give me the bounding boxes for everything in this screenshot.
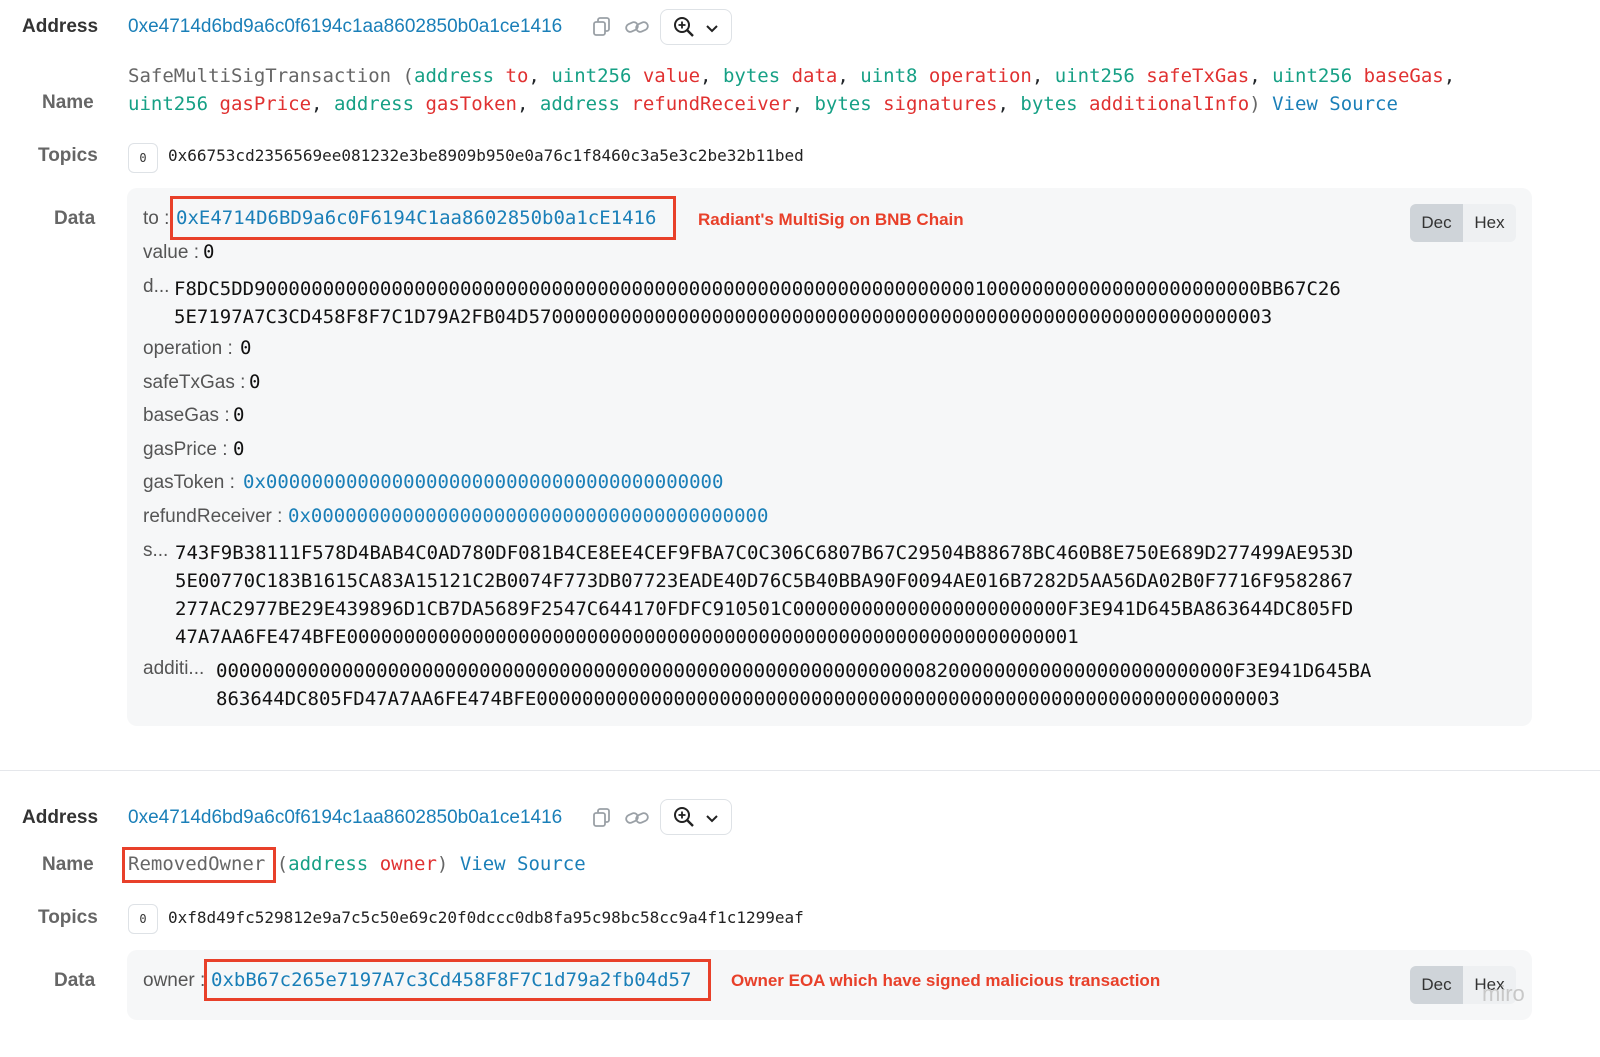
copy-icon[interactable] — [592, 16, 612, 43]
link-icon[interactable] — [624, 17, 650, 42]
field-label-signatures: s... — [143, 540, 169, 561]
zoom-in-icon — [673, 16, 695, 43]
topic-hash: 0xf8d49fc529812e9a7c5c50e69c20f0dccc0db8… — [168, 908, 804, 927]
signature-line-2: uint256 gasPrice, address gasToken, addr… — [128, 93, 1398, 115]
field-label-value: value : — [143, 242, 199, 263]
field-label-basegas: baseGas : — [143, 405, 230, 426]
param-type: bytes — [814, 93, 872, 115]
field-value-refundreceiver-link[interactable]: 0x00000000000000000000000000000000000000… — [288, 505, 768, 527]
param-name: to — [505, 65, 529, 87]
paren-close: ) — [436, 853, 449, 875]
field-value-additionalinfo: 0000000000000000000000000000000000000000… — [216, 657, 1371, 713]
field-value-data: F8DC5DD900000000000000000000000000000000… — [174, 275, 1341, 331]
event-signature: SafeMultiSigTransaction (address to, uin… — [128, 62, 1455, 118]
param-name: refundReceiver — [631, 93, 792, 115]
field-label-gastoken: gasToken : — [143, 472, 235, 493]
log-divider — [0, 770, 1600, 771]
param-type: address — [414, 65, 495, 87]
field-value-operation: 0 — [240, 337, 252, 359]
param-name: additionalInfo — [1089, 93, 1250, 115]
miro-watermark: miro — [1482, 981, 1525, 1006]
param-type: bytes — [722, 65, 781, 87]
data-line: F8DC5DD900000000000000000000000000000000… — [174, 278, 1341, 300]
annotation-note: Radiant's MultiSig on BNB Chain — [698, 210, 964, 229]
topics-label: Topics — [38, 907, 98, 928]
data-label: Data — [54, 970, 96, 991]
view-source-link[interactable]: View Source — [1272, 93, 1398, 115]
highlight-box — [170, 196, 676, 240]
param-name: baseGas — [1363, 65, 1444, 87]
param-name: operation — [928, 65, 1032, 87]
param-type: uint256 — [1054, 65, 1135, 87]
zoom-in-icon — [673, 806, 695, 833]
param-type: address — [539, 93, 620, 115]
chevron-down-icon — [705, 21, 719, 39]
dec-toggle-button[interactable]: Dec — [1410, 204, 1463, 242]
paren-close: ) — [1249, 93, 1261, 115]
data-line: 277AC2977BE29E439896D1CB7DA5689F2547C644… — [175, 598, 1354, 620]
field-value-gastoken-link[interactable]: 0x00000000000000000000000000000000000000… — [243, 471, 723, 493]
zoom-menu-button[interactable] — [660, 9, 732, 45]
annotation-note: Owner EOA which have signed malicious tr… — [731, 971, 1161, 990]
paren-open: ( — [391, 65, 414, 87]
param-name: data — [791, 65, 838, 87]
data-line: 743F9B38111F578D4BAB4C0AD780DF081B4CE8EE… — [175, 542, 1354, 564]
param-type: uint256 — [551, 65, 632, 87]
name-label: Name — [42, 854, 94, 875]
param-type: address — [288, 853, 369, 875]
view-source-link[interactable]: View Source — [460, 853, 586, 875]
field-value-safetxgas: 0 — [249, 371, 261, 393]
param-type: uint8 — [860, 65, 918, 87]
param-type: uint256 — [128, 93, 209, 115]
field-value-gasprice: 0 — [233, 438, 245, 460]
name-label: Name — [42, 92, 94, 113]
signature-line-1: SafeMultiSigTransaction (address to, uin… — [128, 65, 1456, 87]
topic-index-badge: 0 — [128, 904, 158, 934]
field-label-owner: owner : — [143, 970, 206, 991]
param-name: value — [642, 65, 701, 87]
param-type: address — [333, 93, 415, 115]
param-name: signatures — [883, 93, 998, 115]
highlight-box — [122, 847, 276, 883]
link-icon[interactable] — [624, 808, 650, 833]
param-type: bytes — [1020, 93, 1078, 115]
data-line: 0000000000000000000000000000000000000000… — [216, 660, 1372, 682]
field-label-data: d... — [143, 276, 170, 297]
contract-address-link[interactable]: 0xe4714d6bd9a6c0f6194c1aa8602850b0a1ce14… — [128, 16, 562, 38]
topic-index-badge: 0 — [128, 143, 158, 173]
data-label: Data — [54, 208, 96, 229]
field-label-refundreceiver: refundReceiver : — [143, 506, 283, 527]
field-value-value: 0 — [203, 241, 215, 263]
field-label-to: to : — [143, 208, 170, 229]
param-name: safeTxGas — [1146, 65, 1250, 87]
data-line: 5E7197A7C3CD458F8F7C1D79A2FB04D570000000… — [174, 306, 1273, 328]
param-type: uint256 — [1272, 65, 1353, 87]
field-label-additionalinfo: additi... — [143, 658, 205, 679]
hex-toggle-button[interactable]: Hex — [1463, 204, 1516, 242]
param-name: gasPrice — [219, 93, 312, 115]
data-line: 863644DC805FD47A7AA6FE474BFE000000000000… — [216, 688, 1280, 710]
dec-toggle-button[interactable]: Dec — [1410, 966, 1463, 1004]
field-value-basegas: 0 — [233, 404, 245, 426]
field-label-gasprice: gasPrice : — [143, 439, 228, 460]
data-line: 5E00770C183B1615CA83A15121C2B0074F773DB0… — [175, 570, 1354, 592]
dec-hex-toggle: Dec Hex — [1410, 204, 1516, 242]
topic-hash: 0x66753cd2356569ee081232e3be8909b950e0a7… — [168, 146, 804, 165]
copy-icon[interactable] — [592, 807, 612, 834]
address-label: Address — [22, 16, 99, 37]
zoom-menu-button[interactable] — [660, 799, 732, 835]
contract-address-link[interactable]: 0xe4714d6bd9a6c0f6194c1aa8602850b0a1ce14… — [128, 807, 562, 829]
event-name: SafeMultiSigTransaction — [128, 65, 392, 87]
param-name: owner — [379, 853, 437, 875]
field-label-operation: operation : — [143, 338, 233, 359]
highlight-box — [204, 959, 711, 1001]
data-line: 47A7AA6FE474BFE0000000000000000000000000… — [175, 626, 1079, 648]
chevron-down-icon — [705, 811, 719, 829]
param-name: gasToken — [425, 93, 517, 115]
field-label-safetxgas: safeTxGas : — [143, 372, 246, 393]
field-value-signatures: 743F9B38111F578D4BAB4C0AD780DF081B4CE8EE… — [175, 539, 1353, 651]
topics-label: Topics — [38, 145, 98, 166]
address-label: Address — [22, 807, 99, 828]
